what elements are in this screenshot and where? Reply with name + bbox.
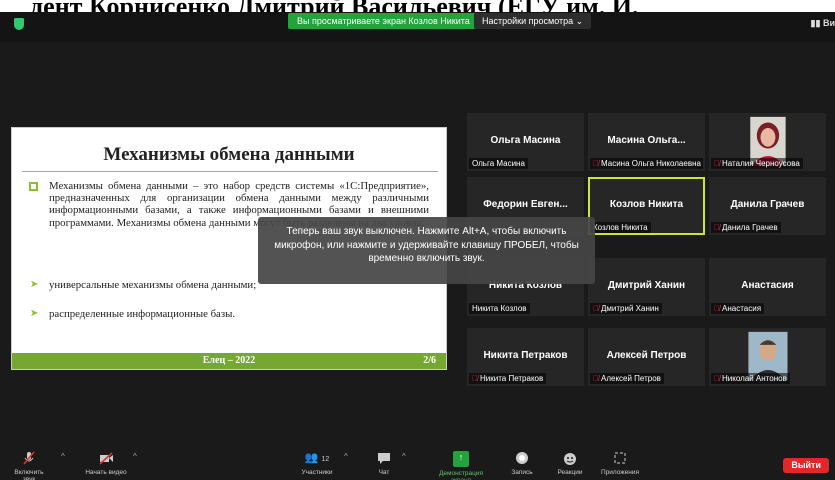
smiley-icon [564,453,576,465]
participant-tile[interactable]: Анастасия 🎙̸ Анастасия [709,258,826,316]
meeting-toolbar: Включить звук ^ Начать видео ^ 👥 12 Учас… [0,448,835,480]
share-screen-button[interactable]: ↑ Демонстрация экрана [428,448,494,480]
slide-title: Механизмы обмена данными [103,144,355,165]
apps-icon [614,452,626,464]
start-video-button[interactable]: Начать видео [82,448,130,476]
view-options-button[interactable]: Настройки просмотра ⌄ [474,13,592,29]
muted-mic-icon: 🎙̸ [593,159,599,168]
reactions-button[interactable]: Реакции [553,448,587,476]
slide-page-number: 2/6 [423,355,436,366]
participant-tile[interactable]: 🎙̸ Наталия Черноусова [709,113,826,171]
muted-mic-icon: 🎙̸ [714,374,720,383]
unmute-label: Включить звук [14,469,44,480]
participant-tile[interactable]: Масина Ольга... 🎙̸ Масина Ольга Николаевн… [588,113,705,171]
chevron-up-icon[interactable]: ^ [402,452,406,461]
participant-name: Данила Грачев [730,199,805,210]
slide-footer: Елец – 2022 2/6 [12,353,446,369]
muted-mic-icon: 🎙̸ [714,304,720,313]
muted-mic-icon: 🎙̸ [593,374,599,383]
video-off-icon [99,452,113,465]
slide-list-item: универсальные механизмы обмена данными; [49,279,257,291]
arrow-bullet-icon: ➤ [30,308,39,319]
participant-label: Ольга Масина [469,158,528,169]
participant-label: 🎙̸ Наталия Черноусова [711,158,803,169]
participant-tile[interactable]: Никита Петраков 🎙̸ Никита Петраков [467,328,584,386]
apps-label: Приложения [600,469,640,476]
participant-label: 🎙̸ Данила Грачев [711,222,781,233]
participant-tile[interactable]: Ольга Масина Ольга Масина [467,113,584,171]
participant-label: Козлов Никита [590,222,651,233]
chevron-up-icon[interactable]: ^ [344,452,348,461]
unmute-button[interactable]: Включить звук [8,448,50,480]
participant-tile[interactable]: 🎙̸ Николай Антонов [709,328,826,386]
muted-mic-icon: 🎙̸ [714,159,720,168]
share-screen-label: Демонстрация экрана [438,470,484,480]
apps-button[interactable]: Приложения [596,448,644,476]
share-screen-icon: ↑ [453,451,469,467]
record-button[interactable]: Запись [505,448,539,476]
participant-tile-active-speaker[interactable]: Козлов Никита Козлов Никита [588,177,705,235]
zoom-meeting-window: дент Корнисенко Дмитрий Васильевич (ЕГУ … [0,0,835,480]
chevron-up-icon[interactable]: ^ [133,452,137,461]
square-bullet-icon [29,182,38,191]
participant-tile[interactable]: Дмитрий Ханин 🎙̸ Дмитрий Ханин [588,258,705,316]
muted-mic-icon: 🎙̸ [714,223,720,232]
chat-bubble-icon [378,453,390,464]
participant-label: 🎙̸ Дмитрий Ханин [590,303,662,314]
participants-label: Участники [301,469,333,476]
slide-list-item: распределенные информационные базы. [49,308,236,320]
participant-label: 🎙̸ Николай Антонов [711,373,790,384]
record-label: Запись [511,469,533,476]
participant-label: Никита Козлов [469,303,530,314]
muted-mic-icon: 🎙̸ [593,304,599,313]
security-shield-icon[interactable] [14,18,24,30]
reactions-label: Реакции [557,469,583,476]
screen-share-banner: Вы просматриваете экран Козлов Никита [288,13,479,29]
chat-label: Чат [378,469,390,476]
view-mode-button[interactable]: ▮▮ Ви [811,18,835,29]
slide-divider [22,171,438,172]
participant-name: Козлов Никита [609,199,684,210]
participants-button[interactable]: 👥 12 Участники [295,448,339,476]
exit-meeting-button[interactable]: Выйти [783,458,829,473]
participants-icon: 👥 12 [304,452,330,464]
slide-footer-city: Елец – 2022 [202,355,256,366]
record-icon [516,452,528,464]
participant-tile[interactable]: Данила Грачев 🎙̸ Данила Грачев [709,177,826,235]
participant-name: Ольга Масина [490,135,561,146]
participant-name: Федорин Евген... [483,199,568,210]
chevron-up-icon[interactable]: ^ [61,452,65,461]
muted-mic-icon: 🎙̸ [472,374,478,383]
participant-tile[interactable]: Алексей Петров 🎙̸ Алексей Петров [588,328,705,386]
participant-label: 🎙̸ Масина Ольга Николаевна [590,158,703,169]
top-bar: Вы просматриваете экран Козлов Никита На… [0,12,835,42]
chat-button[interactable]: Чат [370,448,398,476]
arrow-bullet-icon: ➤ [30,279,39,290]
participant-name: Масина Ольга... [607,135,686,146]
mute-notification-toast: Теперь ваш звук выключен. Нажмите Alt+A,… [258,217,595,284]
participant-label: 🎙̸ Алексей Петров [590,373,664,384]
participant-name: Алексей Петров [606,350,687,361]
start-video-label: Начать видео [85,469,127,476]
participant-label: 🎙̸ Никита Петраков [469,373,547,384]
microphone-muted-icon [23,451,35,465]
participant-name: Дмитрий Ханин [607,280,686,291]
participant-label: 🎙̸ Анастасия [711,303,765,314]
participant-name: Анастасия [741,280,794,291]
participant-name: Никита Петраков [483,350,568,361]
